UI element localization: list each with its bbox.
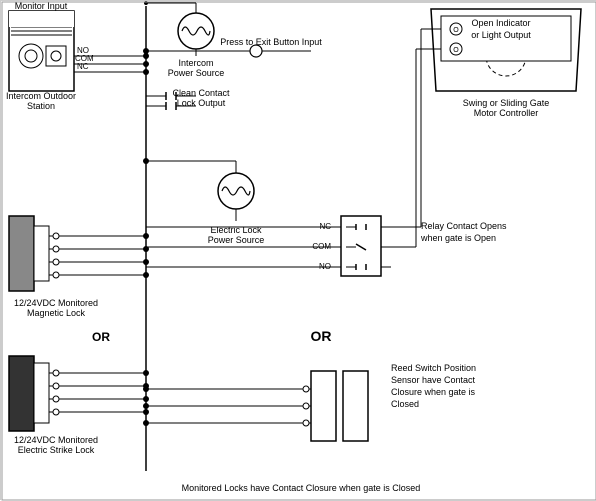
svg-text:Magnetic Lock: Magnetic Lock bbox=[27, 308, 86, 318]
svg-text:Swing or Sliding Gate: Swing or Sliding Gate bbox=[463, 98, 550, 108]
svg-text:Monitored Locks have Contact C: Monitored Locks have Contact Closure whe… bbox=[182, 483, 421, 493]
svg-text:Closure when gate is: Closure when gate is bbox=[391, 387, 476, 397]
svg-text:when gate is Open: when gate is Open bbox=[420, 233, 496, 243]
svg-text:Open Indicator: Open Indicator bbox=[471, 18, 530, 28]
svg-text:OR: OR bbox=[311, 328, 332, 344]
svg-text:O: O bbox=[453, 27, 459, 34]
svg-text:Press to Exit Button Input: Press to Exit Button Input bbox=[220, 37, 322, 47]
svg-text:12/24VDC Monitored: 12/24VDC Monitored bbox=[14, 298, 98, 308]
svg-text:NC: NC bbox=[77, 62, 89, 71]
svg-text:Motor Controller: Motor Controller bbox=[474, 108, 539, 118]
svg-text:OR: OR bbox=[92, 330, 110, 344]
svg-text:Intercom Outdoor: Intercom Outdoor bbox=[6, 91, 76, 101]
svg-text:Power Source: Power Source bbox=[168, 68, 225, 78]
svg-text:Reed Switch Position: Reed Switch Position bbox=[391, 363, 476, 373]
svg-text:Closed: Closed bbox=[391, 399, 419, 409]
svg-text:Station: Station bbox=[27, 101, 55, 111]
wiring-diagram: NO COM NC Monitor Input Intercom Outdoor… bbox=[0, 0, 596, 500]
svg-text:Power Source: Power Source bbox=[208, 235, 265, 245]
svg-text:Intercom: Intercom bbox=[178, 58, 213, 68]
svg-text:Sensor have Contact: Sensor have Contact bbox=[391, 375, 476, 385]
svg-text:Relay Contact Opens: Relay Contact Opens bbox=[421, 221, 507, 231]
svg-text:or Light Output: or Light Output bbox=[471, 30, 531, 40]
svg-text:O: O bbox=[453, 47, 459, 54]
svg-text:Electric Strike Lock: Electric Strike Lock bbox=[18, 445, 95, 455]
svg-text:12/24VDC Monitored: 12/24VDC Monitored bbox=[14, 435, 98, 445]
